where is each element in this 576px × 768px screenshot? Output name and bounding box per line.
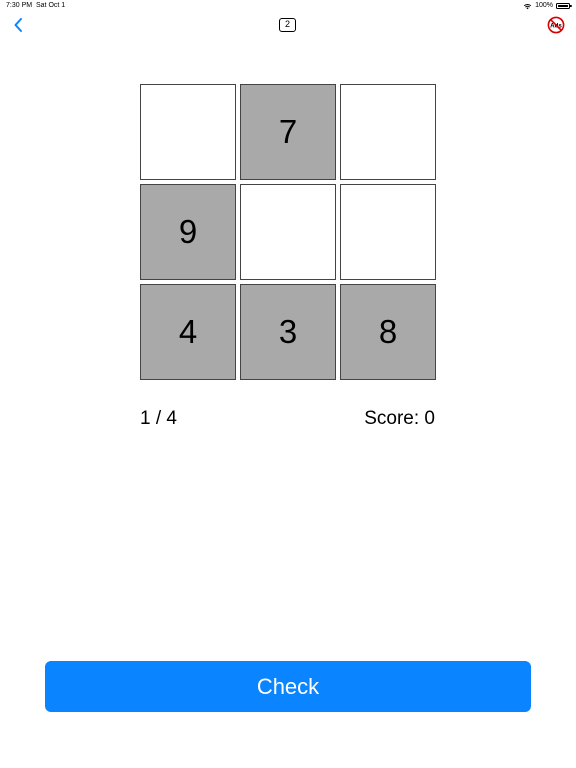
level-badge[interactable]: 2: [279, 18, 296, 32]
status-date: Sat Oct 1: [36, 2, 66, 9]
battery-percent: 100%: [535, 2, 553, 9]
score-label: Score: 0: [364, 408, 435, 429]
cell-value: 7: [278, 113, 298, 150]
cell-value: 3: [278, 313, 298, 350]
number-grid: 7 9 4 3 8: [140, 84, 436, 380]
progress-label: 1 / 4: [140, 408, 177, 429]
cell-value: 8: [378, 313, 398, 350]
cell-value: 4: [178, 313, 198, 350]
battery-icon: [556, 3, 572, 9]
grid-cell[interactable]: [240, 184, 336, 280]
grid-cell[interactable]: 4: [140, 284, 236, 380]
wifi-icon: [523, 3, 532, 9]
grid-cell[interactable]: [340, 184, 436, 280]
grid-cell[interactable]: 8: [340, 284, 436, 380]
grid-cell[interactable]: 9: [140, 184, 236, 280]
grid-cell[interactable]: [340, 84, 436, 180]
status-right: 100%: [523, 0, 572, 12]
game-screen: 7:30 PM Sat Oct 1 100% 2 Ads 7 9: [0, 0, 576, 768]
check-button[interactable]: Check: [45, 661, 531, 712]
no-ads-icon: Ads: [547, 16, 565, 34]
no-ads-button[interactable]: Ads: [547, 16, 565, 34]
grid-cell[interactable]: 3: [240, 284, 336, 380]
back-button[interactable]: [8, 14, 28, 36]
chevron-left-icon: [14, 18, 22, 32]
status-time: 7:30 PM: [6, 2, 33, 9]
cell-value: 9: [178, 213, 198, 250]
grid-cell[interactable]: [140, 84, 236, 180]
grid-cell[interactable]: 7: [240, 84, 336, 180]
status-bar: 7:30 PM Sat Oct 1 100%: [0, 0, 576, 12]
